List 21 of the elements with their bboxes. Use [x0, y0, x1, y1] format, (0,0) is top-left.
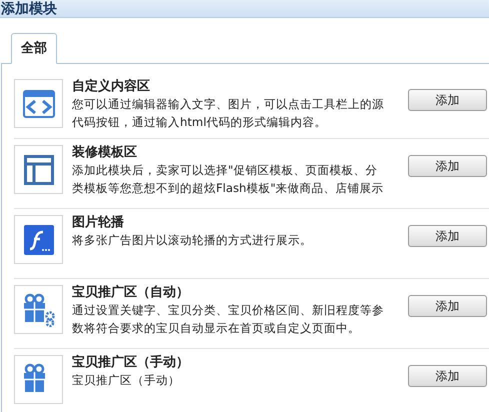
module-title: 宝贝推广区（手动） [72, 355, 190, 371]
gift-gear-icon [22, 292, 56, 326]
module-description: 通过设置关键字、宝贝分类、宝贝价格区间、新旧程度等参数将符合要求的宝贝自动显示在首页或自定义页面中。 [72, 302, 384, 337]
add-button[interactable]: 添加 [408, 365, 487, 387]
module-title: 图片轮播 [72, 215, 125, 231]
add-button[interactable]: 添加 [408, 295, 487, 317]
module-description: 宝贝推广区（手动） [72, 372, 181, 389]
tab[interactable]: 全部 [11, 33, 57, 64]
code-window-icon [22, 90, 54, 118]
module-title: 装修模板区 [72, 145, 138, 161]
module-description: 添加此模块后，卖家可以选择"促销区模板、页面模板、分类模板等您意想不到的超炫Flash模板"来做商品、店铺展示 [72, 162, 384, 197]
add-button[interactable]: 添加 [408, 155, 487, 177]
add-button[interactable]: 添加 [408, 89, 487, 111]
module-title: 宝贝推广区（自动） [72, 285, 190, 301]
module-title: 自定义内容区 [72, 79, 151, 95]
module-description: 将多张广告图片以滚动轮播的方式进行展示。 [72, 232, 313, 249]
layout-icon [24, 154, 54, 184]
module-description: 您可以通过编辑器输入文字、图片，可以点击工具栏上的源代码按钮，通过输入html代码的形式编辑内容。 [72, 96, 384, 131]
panel-title: 添加模块 [1, 0, 57, 18]
flash-icon [24, 224, 54, 254]
add-button[interactable]: 添加 [408, 225, 487, 247]
